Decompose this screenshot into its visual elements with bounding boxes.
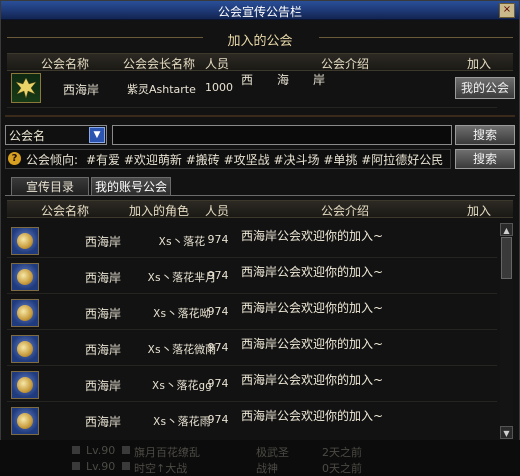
guild-board-window: 公会宣传公告栏 × 加入的公会 公会名称 公会会长名称 人员 公会介绍 加入 西…	[0, 0, 520, 472]
bg-job-2: 战神	[256, 462, 278, 475]
tendency-tags[interactable]: #有爱 #欢迎萌新 #搬砖 #攻坚战 #决斗场 #单挑 #阿拉德好公民	[86, 151, 443, 168]
eagle-icon	[15, 77, 37, 99]
row-members: 974	[207, 413, 229, 426]
bg-level-2: Lv.90	[86, 460, 116, 473]
bg-job-1: 极武圣	[256, 446, 289, 459]
tab-my-account-guilds[interactable]: 我的账号公会	[91, 177, 171, 196]
question-icon[interactable]: ?	[8, 152, 21, 165]
guild-emblem-icon	[11, 299, 39, 327]
title-bar[interactable]: 公会宣传公告栏 ×	[1, 1, 519, 20]
my-guild-button[interactable]: 我的公会	[455, 77, 515, 99]
row-members: 974	[207, 233, 229, 246]
search-input[interactable]	[112, 125, 452, 145]
joined-guild-name: 西海岸	[62, 83, 99, 97]
guild-emblem-icon	[11, 335, 39, 363]
row-intro: 西海岸公会欢迎你的加入~	[241, 229, 384, 243]
joined-guild-row: 西海岸 紫灵Ashtarte 1000 西 海 岸	[7, 69, 497, 108]
row-members: 974	[207, 269, 229, 282]
window-title: 公会宣传公告栏	[217, 5, 302, 19]
bg-level-1: Lv.90	[86, 444, 116, 457]
search-button[interactable]: 搜索	[455, 125, 515, 145]
row-intro: 西海岸公会欢迎你的加入~	[241, 373, 384, 387]
joined-guild-members: 1000	[205, 81, 233, 94]
joined-guild-heading: 加入的公会	[1, 27, 519, 49]
row-intro: 西海岸公会欢迎你的加入~	[241, 265, 384, 279]
chevron-down-icon[interactable]: ▼	[89, 127, 105, 143]
list-item[interactable]: 西海岸 Xs丶落花 974 西海岸公会欢迎你的加入~	[7, 223, 497, 258]
bullet-icon	[72, 446, 80, 454]
row-intro: 西海岸公会欢迎你的加入~	[241, 337, 384, 351]
list-header-name: 公会名称	[41, 204, 90, 218]
row-members: 974	[207, 305, 229, 318]
joined-guild-emblem	[11, 73, 41, 103]
bg-name-1: 旗月百花缭乱	[134, 446, 200, 459]
bg-days-2: 0天之前	[322, 462, 362, 475]
close-button[interactable]: ×	[499, 3, 515, 18]
list-header-join: 加入	[467, 204, 492, 218]
tab-underline	[5, 195, 515, 196]
guild-emblem-icon	[11, 371, 39, 399]
list-item[interactable]: 西海岸 Xs丶落花gg 974 西海岸公会欢迎你的加入~	[7, 367, 497, 402]
bg-days-1: 2天之前	[322, 446, 362, 459]
list-item[interactable]: 西海岸 Xs丶落花芈月 974 西海岸公会欢迎你的加入~	[7, 259, 497, 294]
list-header-members: 人员	[205, 204, 230, 218]
row-members: 974	[207, 341, 229, 354]
section-divider	[5, 115, 515, 117]
class-icon	[122, 462, 130, 470]
row-intro: 西海岸公会欢迎你的加入~	[241, 301, 384, 315]
search-type-value: 公会名	[9, 129, 46, 143]
joined-guild-intro: 西 海 岸	[241, 73, 326, 87]
row-intro: 西海岸公会欢迎你的加入~	[241, 409, 384, 423]
list-item[interactable]: 西海岸 Xs丶落花雨 974 西海岸公会欢迎你的加入~	[7, 403, 497, 437]
scroll-up-icon[interactable]: ▲	[500, 223, 513, 236]
bg-name-2: 时空↑大战	[134, 462, 188, 475]
scroll-thumb[interactable]	[501, 237, 512, 279]
class-icon	[122, 446, 130, 454]
row-members: 974	[207, 377, 229, 390]
guild-emblem-icon	[11, 407, 39, 435]
tendency-label: 公会倾向:	[26, 153, 79, 167]
tendency-search-button[interactable]: 搜索	[455, 149, 515, 169]
list-item[interactable]: 西海岸 Xs丶落花呦 974 西海岸公会欢迎你的加入~	[7, 295, 497, 330]
list-scrollbar[interactable]: ▲ ▼	[500, 223, 513, 439]
list-header: 公会名称 加入的角色 人员 公会介绍 加入	[7, 200, 513, 218]
guild-emblem-icon	[11, 227, 39, 255]
joined-guild-leader: 紫灵Ashtarte	[127, 83, 196, 96]
search-type-select[interactable]: 公会名 ▼	[5, 125, 107, 145]
bullet-icon	[72, 462, 80, 470]
scroll-down-icon[interactable]: ▼	[500, 426, 513, 439]
background-ui: Lv.90 旗月百花缭乱 极武圣 2天之前 Lv.90 时空↑大战 战神 0天之…	[0, 440, 520, 475]
guild-emblem-icon	[11, 263, 39, 291]
tab-catalog[interactable]: 宣传目录	[11, 177, 89, 196]
list-header-intro: 公会介绍	[321, 204, 370, 218]
joined-guild-title: 加入的公会	[227, 34, 293, 49]
list-header-role: 加入的角色	[129, 204, 190, 218]
guild-tendency-bar: ? 公会倾向: #有爱 #欢迎萌新 #搬砖 #攻坚战 #决斗场 #单挑 #阿拉德…	[5, 149, 451, 169]
list-item[interactable]: 西海岸 Xs丶落花微雨 974 西海岸公会欢迎你的加入~	[7, 331, 497, 366]
